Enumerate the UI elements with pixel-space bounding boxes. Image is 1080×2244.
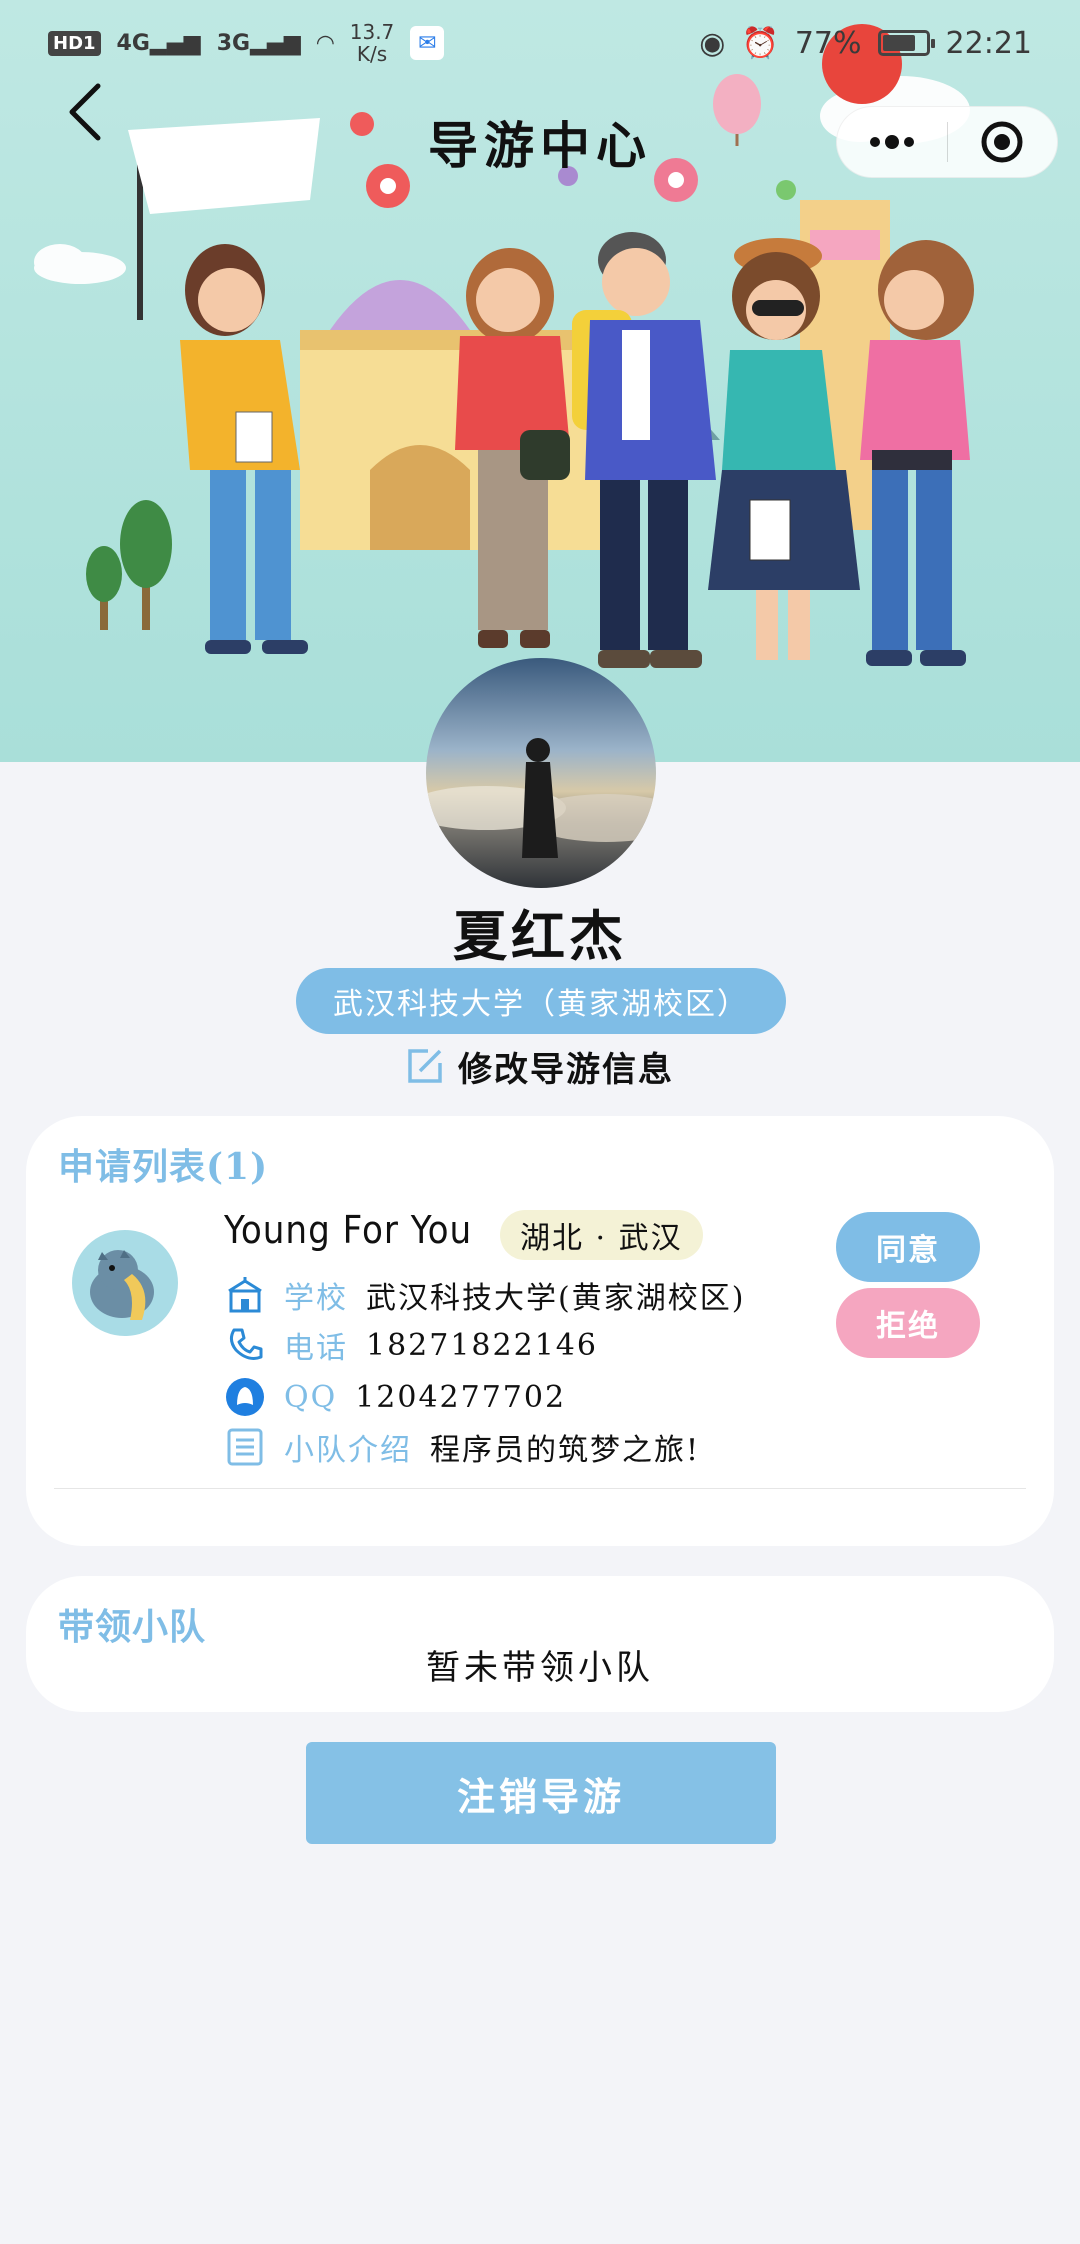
guide-name: 夏红杰 [453, 904, 627, 968]
intro-value: 程序员的筑梦之旅! [430, 1433, 701, 1468]
led-team-empty-text: 暂未带领小队 [426, 1648, 654, 1688]
more-dots-icon [869, 135, 914, 149]
list-icon [224, 1426, 266, 1468]
reject-button[interactable]: 拒绝 [836, 1288, 980, 1358]
dragon-avatar-image [90, 1250, 154, 1320]
cancel-guide-button[interactable]: 注销导游 [306, 1742, 776, 1844]
network-speed: 13.7 K/s [349, 20, 395, 66]
hd-indicator: HD1 [48, 30, 101, 56]
intro-label: 小队介绍 [284, 1433, 412, 1468]
edit-guide-info-link[interactable]: 修改导游信息 [0, 1040, 1080, 1092]
eye-icon: ◉ [699, 25, 726, 61]
close-miniprogram-button[interactable] [948, 106, 1058, 178]
guide-avatar [426, 658, 656, 888]
miniprogram-capsule [836, 106, 1058, 178]
clock: 22:21 [945, 25, 1032, 61]
signal-4g-icon: 4G▂▄▆ [116, 30, 201, 56]
agree-button[interactable]: 同意 [836, 1212, 980, 1282]
applicant-intro-row: 小队介绍 程序员的筑梦之旅! [224, 1424, 700, 1470]
guide-school-badge: 武汉科技大学（黄家湖校区） [296, 968, 786, 1034]
target-close-icon [981, 121, 1023, 163]
school-icon [224, 1274, 266, 1316]
school-label: 学校 [284, 1281, 348, 1316]
avatar-image [426, 738, 656, 858]
apply-list-title: 申请列表(1) [58, 1146, 269, 1188]
applicant-name: Young For You [224, 1208, 473, 1252]
qq-label: QQ [284, 1379, 338, 1415]
chat-notification-icon: ✉ [410, 26, 445, 60]
phone-value: 18271822146 [366, 1327, 598, 1363]
alarm-icon: ⏰ [741, 25, 779, 61]
apply-divider [54, 1488, 1026, 1489]
school-value: 武汉科技大学(黄家湖校区) [366, 1281, 746, 1316]
phone-label: 电话 [284, 1331, 348, 1366]
signal-3g-icon: 3G▂▄▆ [216, 30, 301, 56]
applicant-avatar [72, 1230, 178, 1336]
qq-value: 1204277702 [355, 1379, 567, 1415]
edit-icon [408, 1049, 442, 1083]
led-team-card: 带领小队 暂未带领小队 [26, 1576, 1054, 1712]
status-right: ◉ ⏰ 77% 22:21 [699, 26, 1032, 61]
phone-icon [224, 1324, 266, 1366]
applicant-phone-row: 电话 18271822146 [224, 1322, 598, 1368]
battery-icon [877, 30, 935, 56]
apply-list-card: 申请列表(1) Young For You 湖北 · 武汉 学校 武汉科技大学(… [26, 1116, 1054, 1546]
applicant-school-row: 学校 武汉科技大学(黄家湖校区) [224, 1272, 745, 1318]
applicant-qq-row: QQ 1204277702 [224, 1374, 566, 1420]
more-button[interactable] [837, 106, 947, 178]
hero-banner: HD1 4G▂▄▆ 3G▂▄▆ ◠ 13.7 K/s ✉ ◉ ⏰ 77% 22:… [0, 0, 1080, 762]
wifi-icon: ◠ [316, 30, 334, 56]
applicant-region-tag: 湖北 · 武汉 [500, 1210, 703, 1260]
battery-percent: 77% [794, 25, 862, 61]
status-bar: HD1 4G▂▄▆ 3G▂▄▆ ◠ 13.7 K/s ✉ ◉ ⏰ 77% 22:… [0, 0, 1080, 86]
qq-icon [224, 1376, 266, 1418]
status-left: HD1 4G▂▄▆ 3G▂▄▆ ◠ 13.7 K/s ✉ [48, 20, 445, 66]
edit-guide-info-label: 修改导游信息 [458, 1049, 674, 1090]
